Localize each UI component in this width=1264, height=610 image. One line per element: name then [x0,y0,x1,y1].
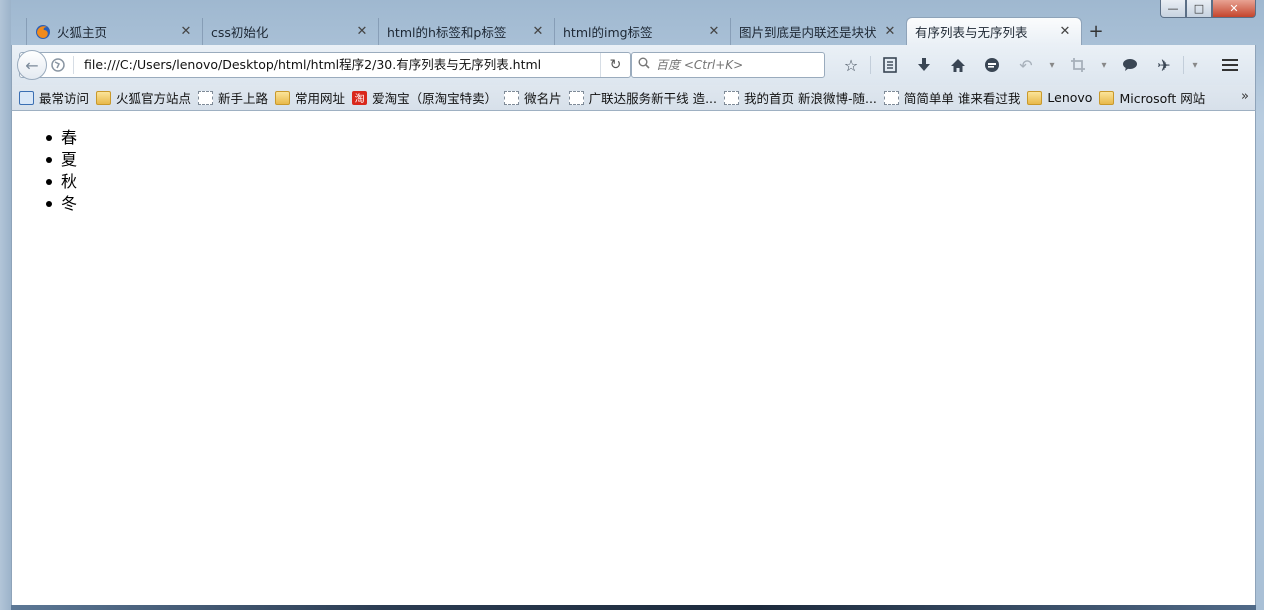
bookmark-label: Microsoft 网站 [1119,91,1206,106]
tab-label: 有序列表与无序列表 [915,25,1028,40]
bookmarks-bar: 最常访问 火狐官方站点 新手上路 常用网址 淘 爱淘宝（原淘宝特卖） 微名片 广… [11,85,1256,111]
page-icon [198,90,214,105]
addon-dropdown-icon[interactable]: ▾ [1186,53,1204,77]
smart-folder-icon [19,90,34,105]
menu-icon[interactable] [1215,53,1245,77]
toolbar-icons: ☆ ↶ ▾ ▾ ✈ ▾ [834,53,1204,77]
addon-icon[interactable]: ✈ [1147,53,1181,77]
maximize-button[interactable]: □ [1186,0,1212,18]
site-identity-icon[interactable] [49,56,67,74]
tab-close-icon[interactable]: ✕ [180,24,192,39]
tab-close-icon[interactable]: ✕ [884,24,896,39]
search-icon [638,57,650,73]
firefox-icon [36,24,50,39]
page-content: 春 夏 秋 冬 [11,111,1256,605]
bookmark-label: 广联达服务新干线 造... [588,91,717,106]
page-icon [883,90,899,105]
home-icon[interactable] [941,53,975,77]
url-text[interactable]: file:///C:/Users/lenovo/Desktop/html/htm… [73,56,600,74]
bookmark-label: 新手上路 [218,91,269,106]
reload-button[interactable]: ↻ [600,53,630,77]
new-tab-button[interactable]: + [1082,18,1110,45]
bookmark-most-visited[interactable]: 最常访问 [16,87,93,109]
bookmark-firefox-sites[interactable]: 火狐官方站点 [93,87,195,109]
bookmark-microsoft[interactable]: Microsoft 网站 [1096,87,1209,109]
undo-icon[interactable]: ↶ [1009,53,1043,77]
comment-icon[interactable] [1113,53,1147,77]
crop-icon[interactable] [1061,53,1095,77]
list-item: 春 [46,127,1255,149]
back-button[interactable]: ← [17,50,47,80]
toolbar-separator [870,56,871,74]
tab-label: html的h标签和p标签 [387,25,507,40]
tab-close-icon[interactable]: ✕ [708,24,720,39]
page-icon [724,90,739,105]
window-bottom-edge [11,605,1256,610]
chat-icon[interactable] [975,53,1009,77]
undo-dropdown-icon[interactable]: ▾ [1043,53,1061,77]
bookmark-taobao[interactable]: 淘 爱淘宝（原淘宝特卖） [349,87,501,109]
taobao-icon: 淘 [352,90,368,105]
tab-label: 火狐主页 [57,25,108,40]
bookmark-label: 简简单单 谁来看过我 [903,91,1021,106]
folder-icon [1027,90,1043,105]
bookmark-label: 最常访问 [39,91,90,106]
tab-firefox-home[interactable]: 火狐主页 ✕ [26,18,202,45]
desktop-edge [0,0,11,610]
toolbar-separator [1183,56,1184,74]
bookmark-glodon[interactable]: 广联达服务新干线 造... [566,87,721,109]
url-bar[interactable]: ← file:///C:/Users/lenovo/Desktop/html/h… [17,50,631,80]
bookmark-getting-started[interactable]: 新手上路 [195,87,272,109]
reading-list-icon[interactable] [873,53,907,77]
download-icon[interactable] [907,53,941,77]
tab-label: 图片到底是内联还是块状 [739,25,877,40]
bookmark-label: 微名片 [524,91,562,106]
tab-label: css初始化 [211,25,269,40]
tab-close-icon[interactable]: ✕ [532,24,544,39]
bookmark-label: 我的首页 新浪微博-随... [744,91,877,106]
bookmark-label: 火狐官方站点 [116,91,192,106]
tab-inline-or-block[interactable]: 图片到底是内联还是块状 ✕ [730,18,906,45]
bookmark-label: 常用网址 [295,91,346,106]
folder-icon [1099,90,1115,105]
page-icon [504,90,520,105]
bookmark-weibo[interactable]: 我的首页 新浪微博-随... [721,87,881,109]
bookmark-wei-card[interactable]: 微名片 [501,87,566,109]
search-bar[interactable] [631,52,825,78]
tab-close-icon[interactable]: ✕ [1059,24,1071,39]
bookmarks-overflow-icon[interactable]: » [1241,89,1249,104]
close-window-button[interactable]: ✕ [1212,0,1256,18]
tab-strip: 火狐主页 ✕ css初始化 ✕ html的h标签和p标签 ✕ html的img标… [26,17,1264,45]
tab-h-and-p[interactable]: html的h标签和p标签 ✕ [378,18,554,45]
bookmark-lenovo[interactable]: Lenovo [1024,87,1096,109]
bookmark-simple[interactable]: 简简单单 谁来看过我 [881,87,1024,109]
list-item: 夏 [46,149,1255,171]
tab-css-init[interactable]: css初始化 ✕ [202,18,378,45]
bookmark-label: Lenovo [1047,90,1093,105]
page-icon [568,90,584,105]
bookmark-star-icon[interactable]: ☆ [834,53,868,77]
bookmark-label: 爱淘宝（原淘宝特卖） [372,91,498,106]
search-input[interactable] [656,58,806,72]
folder-icon [275,90,291,105]
unordered-list: 春 夏 秋 冬 [46,127,1255,215]
nav-toolbar: ← file:///C:/Users/lenovo/Desktop/html/h… [11,45,1256,85]
bookmark-common-sites[interactable]: 常用网址 [272,87,349,109]
minimize-button[interactable]: — [1160,0,1186,18]
list-item: 秋 [46,171,1255,193]
tab-img[interactable]: html的img标签 ✕ [554,18,730,45]
list-item: 冬 [46,193,1255,215]
crop-dropdown-icon[interactable]: ▾ [1095,53,1113,77]
folder-icon [96,90,112,105]
tab-close-icon[interactable]: ✕ [356,24,368,39]
tab-lists-active[interactable]: 有序列表与无序列表 ✕ [906,17,1082,45]
tab-label: html的img标签 [563,25,653,40]
globe-icon [51,58,65,72]
